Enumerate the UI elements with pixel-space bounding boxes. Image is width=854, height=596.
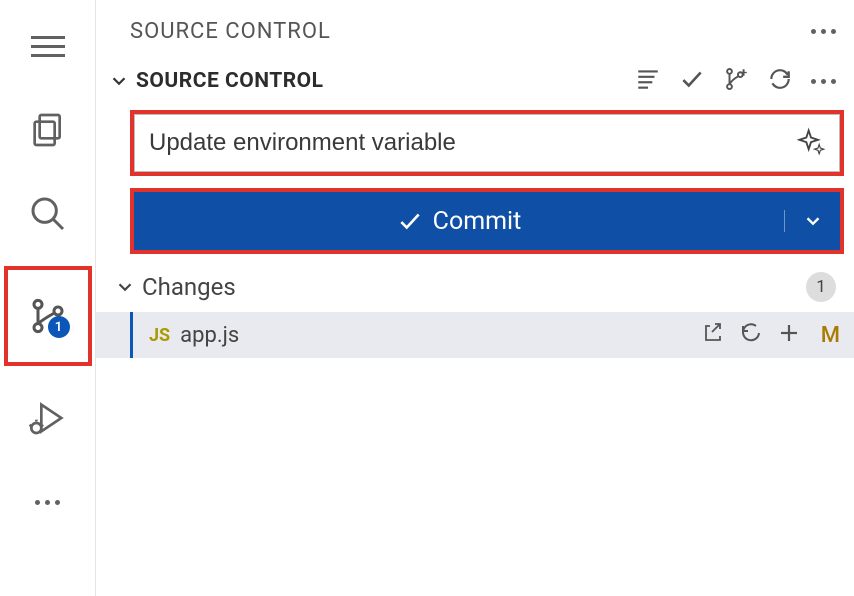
file-gutter	[130, 312, 133, 358]
checkmark-icon[interactable]	[679, 66, 705, 96]
section-header: SOURCE CONTROL	[96, 62, 854, 108]
chevron-down-icon[interactable]	[108, 70, 130, 92]
sparkle-icon[interactable]	[797, 127, 825, 159]
file-name: app.js	[180, 323, 239, 348]
commit-button-highlight: Commit	[130, 188, 844, 254]
activity-bar: 1	[0, 0, 96, 596]
chevron-down-icon[interactable]	[114, 276, 136, 298]
explorer-icon[interactable]	[20, 102, 76, 158]
discard-icon[interactable]	[739, 321, 763, 349]
panel-title-bar: SOURCE CONTROL	[96, 0, 854, 62]
source-control-panel: SOURCE CONTROL SOURCE CONTROL	[96, 0, 854, 596]
commit-message-input[interactable]	[149, 129, 797, 157]
more-icon[interactable]	[20, 474, 76, 530]
run-debug-icon[interactable]	[20, 390, 76, 446]
commit-message-highlight	[130, 110, 844, 176]
commit-button-label: Commit	[433, 207, 522, 236]
open-file-icon[interactable]	[701, 321, 725, 349]
section-title: SOURCE CONTROL	[136, 69, 324, 93]
source-control-badge: 1	[48, 316, 70, 338]
panel-more-icon[interactable]	[811, 29, 836, 34]
changes-count-badge: 1	[806, 272, 836, 302]
commit-dropdown-button[interactable]	[784, 210, 840, 232]
js-file-icon: JS	[149, 325, 170, 346]
search-icon[interactable]	[20, 186, 76, 242]
file-row[interactable]: JS app.js M	[96, 312, 854, 358]
refresh-icon[interactable]	[767, 66, 793, 96]
stage-plus-icon[interactable]	[777, 321, 801, 349]
modified-status: M	[821, 323, 840, 348]
source-control-icon[interactable]: 1	[4, 266, 92, 366]
commit-button[interactable]: Commit	[134, 207, 784, 236]
panel-title: SOURCE CONTROL	[130, 19, 331, 44]
menu-icon[interactable]	[20, 18, 76, 74]
changes-label: Changes	[142, 273, 236, 301]
section-more-icon[interactable]	[811, 79, 836, 84]
changes-header[interactable]: Changes 1	[96, 264, 854, 312]
branch-plus-icon[interactable]	[723, 66, 749, 96]
view-tree-icon[interactable]	[635, 66, 661, 96]
section-actions	[635, 66, 836, 96]
